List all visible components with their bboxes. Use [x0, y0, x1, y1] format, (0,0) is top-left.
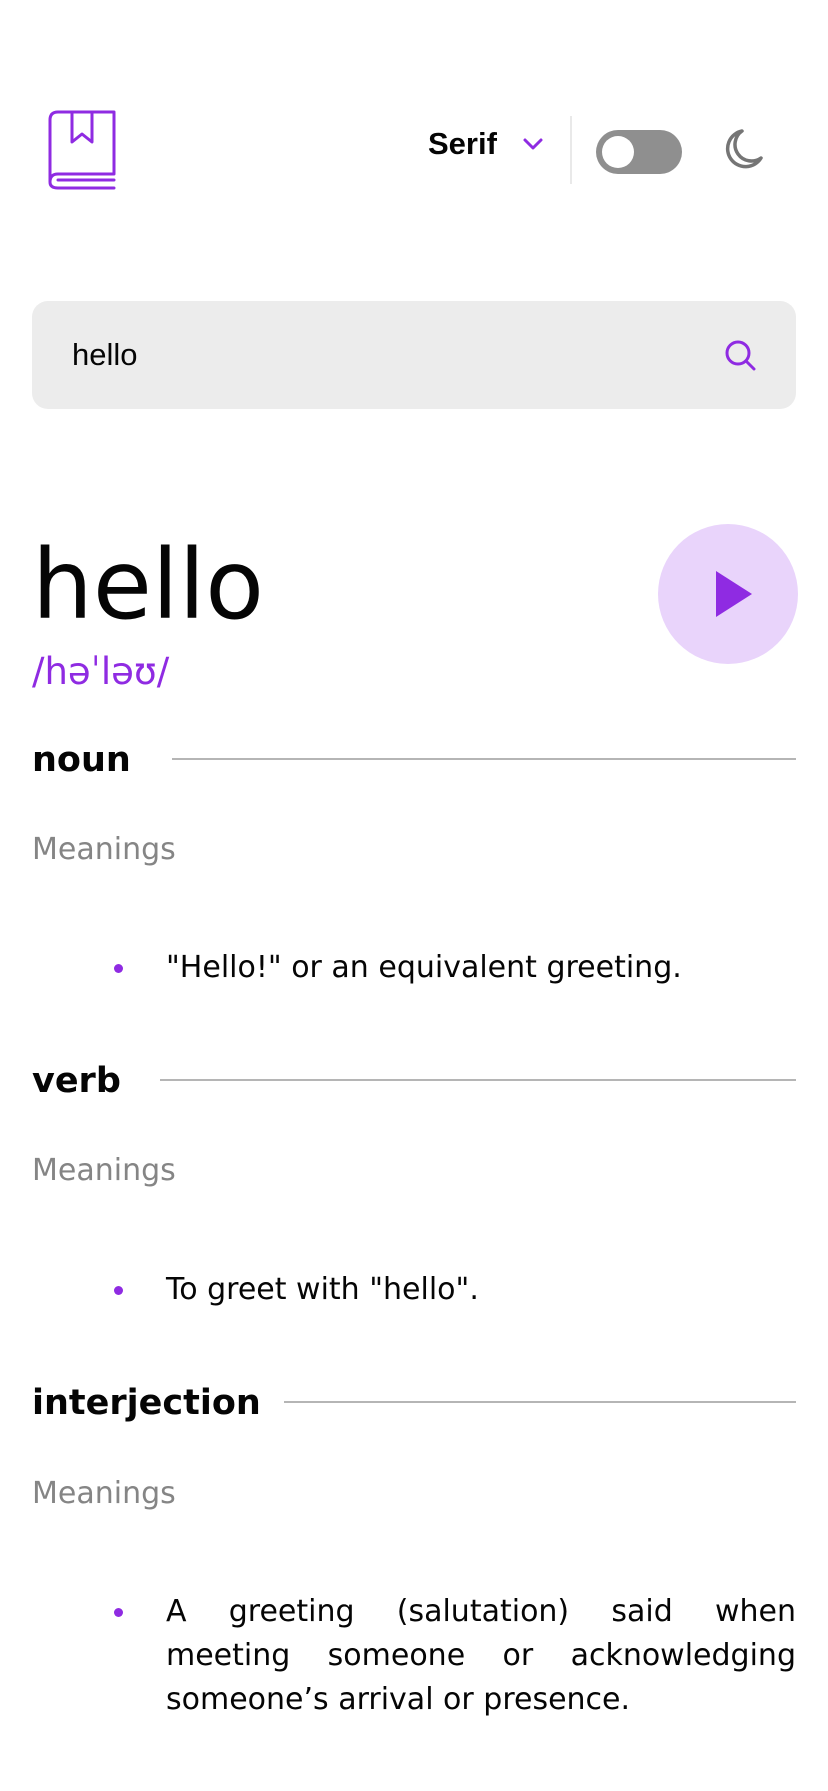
- definition-text: To greet with "hello".: [166, 1272, 479, 1307]
- play-icon: [716, 571, 752, 617]
- font-selector-label: Serif: [428, 126, 497, 161]
- bullet-icon: [114, 964, 123, 973]
- phonetic-text: /həˈləʊ/: [32, 650, 170, 693]
- list-item: "Hello!" or an equivalent greeting.: [32, 946, 796, 990]
- definition-text: A greeting (salutation) said when meetin…: [166, 1594, 796, 1717]
- meanings-heading: Meanings: [32, 832, 176, 867]
- list-item: To greet with "hello".: [32, 1268, 796, 1312]
- theme-toggle[interactable]: [596, 130, 682, 174]
- part-of-speech-label: interjection: [32, 1383, 261, 1423]
- word-title: hello: [32, 529, 264, 641]
- moon-icon: [718, 128, 764, 174]
- font-selector[interactable]: Serif: [428, 124, 545, 164]
- section-divider: [172, 758, 796, 760]
- search-bar: [32, 301, 796, 409]
- part-of-speech-verb: verb: [32, 1057, 796, 1105]
- meaning-list: To greet with "hello".: [32, 1268, 796, 1312]
- section-divider: [284, 1401, 796, 1403]
- list-item: A greeting (salutation) said when meetin…: [32, 1590, 796, 1722]
- bullet-icon: [114, 1286, 123, 1295]
- part-of-speech-label: noun: [32, 740, 131, 780]
- toggle-knob: [602, 136, 634, 168]
- book-icon[interactable]: [48, 110, 118, 190]
- header-divider: [570, 116, 572, 184]
- play-button[interactable]: [658, 524, 798, 664]
- search-icon[interactable]: [724, 339, 756, 371]
- meanings-heading: Meanings: [32, 1153, 176, 1188]
- bullet-icon: [114, 1608, 123, 1617]
- search-input[interactable]: [72, 301, 692, 409]
- dictionary-page: Serif hello /həˈləʊ/: [32, 0, 798, 1791]
- meaning-list: "Hello!" or an equivalent greeting.: [32, 946, 796, 990]
- section-divider: [160, 1079, 796, 1081]
- meaning-list: A greeting (salutation) said when meetin…: [32, 1590, 796, 1722]
- chevron-down-icon: [521, 136, 545, 152]
- part-of-speech-noun: noun: [32, 736, 796, 784]
- meanings-heading: Meanings: [32, 1476, 176, 1511]
- part-of-speech-interjection: interjection: [32, 1379, 796, 1427]
- header: Serif: [32, 110, 796, 190]
- part-of-speech-label: verb: [32, 1061, 121, 1101]
- definition-text: "Hello!" or an equivalent greeting.: [166, 950, 682, 985]
